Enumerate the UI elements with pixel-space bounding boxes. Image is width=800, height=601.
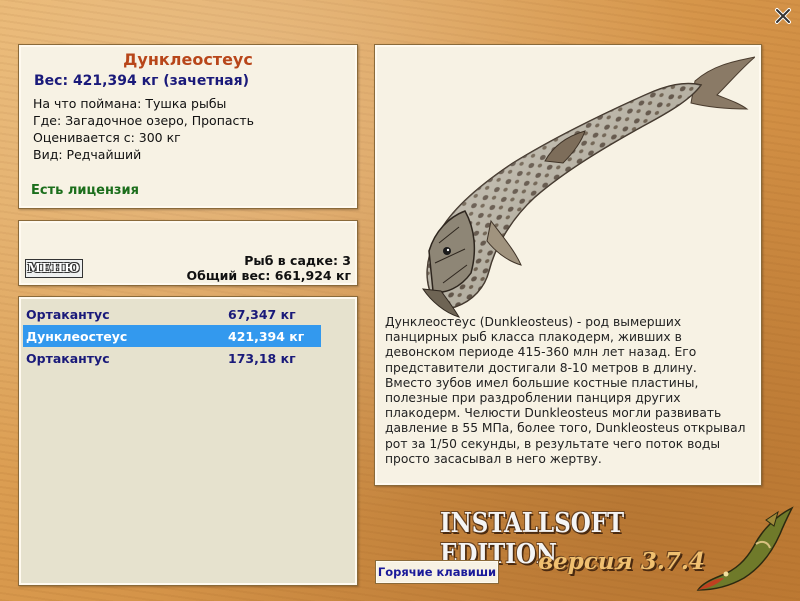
list-item[interactable]: Ортакантус 67,347 кг [23, 303, 321, 325]
list-item-name: Дунклеостеус [26, 329, 128, 344]
list-item-weight: 421,394 кг [228, 329, 305, 344]
fish-info-panel: Дунклеостеус Вес: 421,394 кг (зачетная) … [18, 44, 358, 209]
fish-count: Рыб в садке: 3 [244, 253, 351, 268]
total-weight: Общий вес: 661,924 кг [186, 268, 352, 283]
version-label: версия 3.7.4 [538, 548, 705, 575]
cage-panel: МЕНЮ Рыб в садке: 3 Общий вес: 661,924 к… [18, 220, 358, 286]
list-item[interactable]: Ортакантус 173,18 кг [23, 347, 321, 369]
close-icon [775, 8, 791, 24]
list-item-name: Ортакантус [26, 307, 110, 322]
list-item-weight: 67,347 кг [228, 307, 296, 322]
cage-summary: Рыб в садке: 3 Общий вес: 661,924 кг [187, 253, 352, 283]
fish-description: Дунклеостеус (Dunkleosteus) - род вымерш… [385, 315, 746, 466]
fish-name: Дунклеостеус [123, 50, 253, 69]
list-item-weight: 173,18 кг [228, 351, 296, 366]
hotkeys-button[interactable]: Горячие клавиши [375, 560, 499, 584]
menu-button[interactable]: МЕНЮ [25, 259, 83, 278]
catch-list: Ортакантус 67,347 кг Дунклеостеус 421,39… [18, 296, 358, 586]
dunkleosteus-image [421, 56, 755, 318]
pike-logo [696, 506, 794, 591]
rated-from-info: Оценивается с: 300 кг [33, 130, 181, 145]
list-item-selected[interactable]: Дунклеостеус 421,394 кг [23, 325, 321, 347]
description-panel: Дунклеостеус (Dunkleosteus) - род вымерш… [374, 44, 762, 486]
location-info: Где: Загадочное озеро, Пропасть [33, 113, 255, 128]
list-item-name: Ортакантус [26, 351, 110, 366]
close-button[interactable] [773, 6, 793, 26]
bait-info: На что поймана: Тушка рыбы [33, 96, 227, 111]
kind-info: Вид: Редчайший [33, 147, 142, 162]
fish-weight: Вес: 421,394 кг (зачетная) [34, 73, 249, 89]
license-status: Есть лицензия [31, 183, 139, 198]
